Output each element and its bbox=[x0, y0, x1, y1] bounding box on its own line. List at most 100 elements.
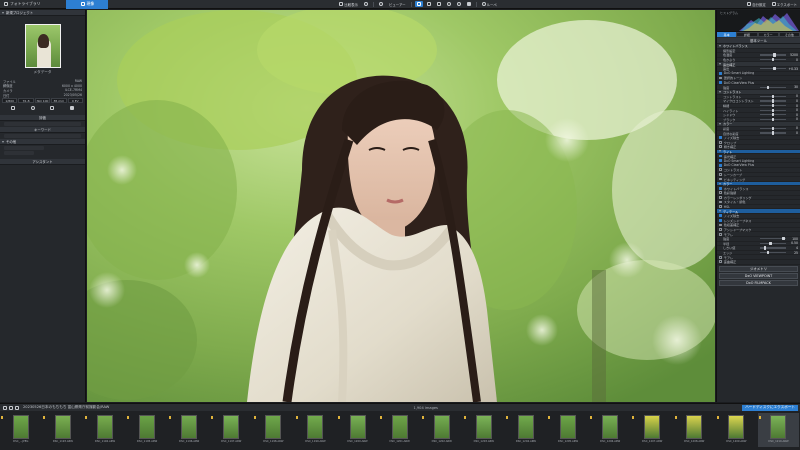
enable-checkbox[interactable] bbox=[719, 223, 722, 227]
slider-value[interactable]: 0 bbox=[788, 94, 798, 98]
filmstrip-thumbnail[interactable]: DSC_1207.ARW bbox=[631, 413, 673, 447]
enable-checkbox[interactable] bbox=[719, 232, 722, 236]
adjust-slider[interactable] bbox=[760, 117, 786, 121]
enable-checkbox[interactable] bbox=[719, 191, 722, 195]
panel-tab[interactable]: カラー bbox=[757, 32, 779, 37]
main-photo-viewer[interactable] bbox=[87, 10, 715, 402]
enable-checkbox[interactable] bbox=[719, 81, 722, 84]
grid-icon[interactable] bbox=[3, 405, 7, 410]
enable-checkbox[interactable] bbox=[719, 200, 722, 204]
slider-handle[interactable] bbox=[773, 67, 776, 71]
tag-icon[interactable] bbox=[70, 106, 75, 111]
rating-section-header[interactable]: 評価 bbox=[0, 115, 85, 122]
sort-icon[interactable] bbox=[9, 405, 13, 410]
export-to-disk-button[interactable]: ハードディスクにエクスポート bbox=[742, 404, 799, 411]
rating-field[interactable] bbox=[4, 122, 81, 127]
adjust-slider[interactable] bbox=[760, 99, 786, 103]
filmstrip-thumbnail[interactable]: DSC_1194.ARW bbox=[84, 413, 126, 447]
filmstrip-thumbnail[interactable]: DSC_...JPEG bbox=[0, 413, 42, 447]
other-section-header[interactable]: その他 bbox=[0, 139, 85, 146]
filter-icon[interactable] bbox=[15, 405, 19, 410]
enable-checkbox[interactable] bbox=[719, 218, 722, 222]
viewer-button[interactable]: ビューアー bbox=[387, 1, 408, 7]
crop-tool-button[interactable] bbox=[414, 1, 423, 7]
enable-checkbox[interactable] bbox=[719, 71, 722, 75]
panel-tab[interactable]: 詳細 bbox=[736, 32, 758, 37]
slider-handle[interactable] bbox=[771, 126, 775, 131]
other-field[interactable] bbox=[4, 151, 34, 156]
slider-handle[interactable] bbox=[771, 131, 775, 135]
adjust-slider[interactable] bbox=[760, 113, 786, 117]
enable-checkbox[interactable] bbox=[719, 260, 722, 264]
adjust-slider[interactable] bbox=[760, 67, 786, 71]
compare-button[interactable]: 比較表示 bbox=[337, 1, 360, 7]
enable-checkbox[interactable] bbox=[719, 173, 722, 176]
slider-value[interactable]: 4 bbox=[788, 246, 798, 250]
keywords-field[interactable] bbox=[4, 134, 81, 139]
slider-value[interactable]: 0 bbox=[788, 108, 798, 112]
reject-icon[interactable] bbox=[30, 106, 35, 111]
tab-customize[interactable] bbox=[44, 0, 66, 9]
enable-checkbox[interactable] bbox=[719, 228, 722, 231]
other-field[interactable] bbox=[4, 146, 44, 151]
filmstrip-thumbnail[interactable]: DSC_1201.ARW bbox=[379, 413, 421, 447]
enable-checkbox[interactable] bbox=[719, 140, 722, 144]
enable-checkbox[interactable] bbox=[719, 186, 722, 190]
enable-checkbox[interactable] bbox=[719, 255, 722, 259]
palette-button[interactable]: DxO VIEWPOINT bbox=[719, 272, 798, 279]
repair-button[interactable] bbox=[445, 1, 453, 7]
slider-handle[interactable] bbox=[763, 246, 767, 250]
slider-value[interactable]: 0 bbox=[788, 104, 798, 108]
adjust-slider[interactable] bbox=[760, 241, 786, 245]
best-shot-button[interactable] bbox=[362, 1, 370, 7]
slider-value[interactable]: +0.33 bbox=[788, 67, 798, 71]
slider-value[interactable]: 100 bbox=[788, 237, 798, 241]
export-button[interactable]: エクスポート bbox=[770, 1, 799, 7]
slider-handle[interactable] bbox=[771, 117, 775, 121]
slider-value[interactable]: 0 bbox=[788, 126, 798, 130]
enable-checkbox[interactable] bbox=[719, 163, 722, 167]
enable-checkbox[interactable] bbox=[719, 159, 722, 163]
preview-thumbnail[interactable] bbox=[24, 24, 61, 68]
panel-tab[interactable]: 基本 bbox=[717, 32, 737, 37]
adjust-slider[interactable] bbox=[760, 246, 786, 250]
adjust-slider[interactable] bbox=[760, 103, 786, 108]
enable-checkbox[interactable] bbox=[719, 145, 722, 149]
tab-photo-library[interactable]: フォトライブラリ bbox=[0, 0, 44, 9]
flag-icon[interactable] bbox=[10, 106, 15, 111]
library-header[interactable]: 新規プロジェクト bbox=[0, 10, 85, 16]
slider-handle[interactable] bbox=[771, 94, 775, 98]
enable-checkbox[interactable] bbox=[719, 76, 722, 80]
slider-handle[interactable] bbox=[766, 85, 770, 89]
slider-handle[interactable] bbox=[771, 99, 775, 103]
perspective-button[interactable] bbox=[435, 1, 443, 7]
slider-handle[interactable] bbox=[771, 57, 775, 62]
adjust-slider[interactable] bbox=[760, 131, 786, 135]
local-adjust-button[interactable] bbox=[465, 1, 473, 7]
palette-button[interactable]: DxO FILMPACK bbox=[719, 279, 798, 286]
slider-value[interactable]: 5200 bbox=[788, 53, 798, 57]
slider-handle[interactable] bbox=[771, 108, 775, 112]
filmstrip-thumbnail[interactable]: DSC_1203.ARW bbox=[463, 413, 505, 447]
enable-checkbox[interactable] bbox=[719, 214, 722, 218]
palette-button[interactable]: ジオメトリ bbox=[719, 265, 798, 272]
adjust-slider[interactable] bbox=[760, 85, 786, 89]
filmstrip-thumbnail[interactable]: DSC_1202.ARW bbox=[421, 413, 463, 447]
slider-handle[interactable] bbox=[771, 103, 775, 108]
adjust-slider[interactable] bbox=[760, 108, 786, 112]
adjust-slider[interactable] bbox=[760, 126, 786, 131]
adjust-slider[interactable] bbox=[760, 237, 786, 241]
filmstrip-thumbnail[interactable]: DSC_1204.ARW bbox=[505, 413, 547, 447]
filmstrip-thumbnail[interactable]: DSC_1193.ARW bbox=[42, 413, 84, 447]
enable-checkbox[interactable] bbox=[719, 154, 722, 158]
panel-tab[interactable]: その他 bbox=[778, 32, 800, 37]
adjust-slider[interactable] bbox=[760, 94, 786, 98]
enable-checkbox[interactable] bbox=[719, 168, 722, 172]
slider-value[interactable]: 0.50 bbox=[788, 241, 798, 245]
rotate-button[interactable] bbox=[377, 1, 385, 7]
tab-develop[interactable]: 現像 bbox=[66, 0, 109, 9]
enable-checkbox[interactable] bbox=[719, 136, 722, 140]
slider-handle[interactable] bbox=[771, 113, 775, 117]
my-settings-button[interactable]: 自分設定 bbox=[745, 1, 768, 7]
assistant-header[interactable]: アシスタント bbox=[0, 159, 85, 166]
